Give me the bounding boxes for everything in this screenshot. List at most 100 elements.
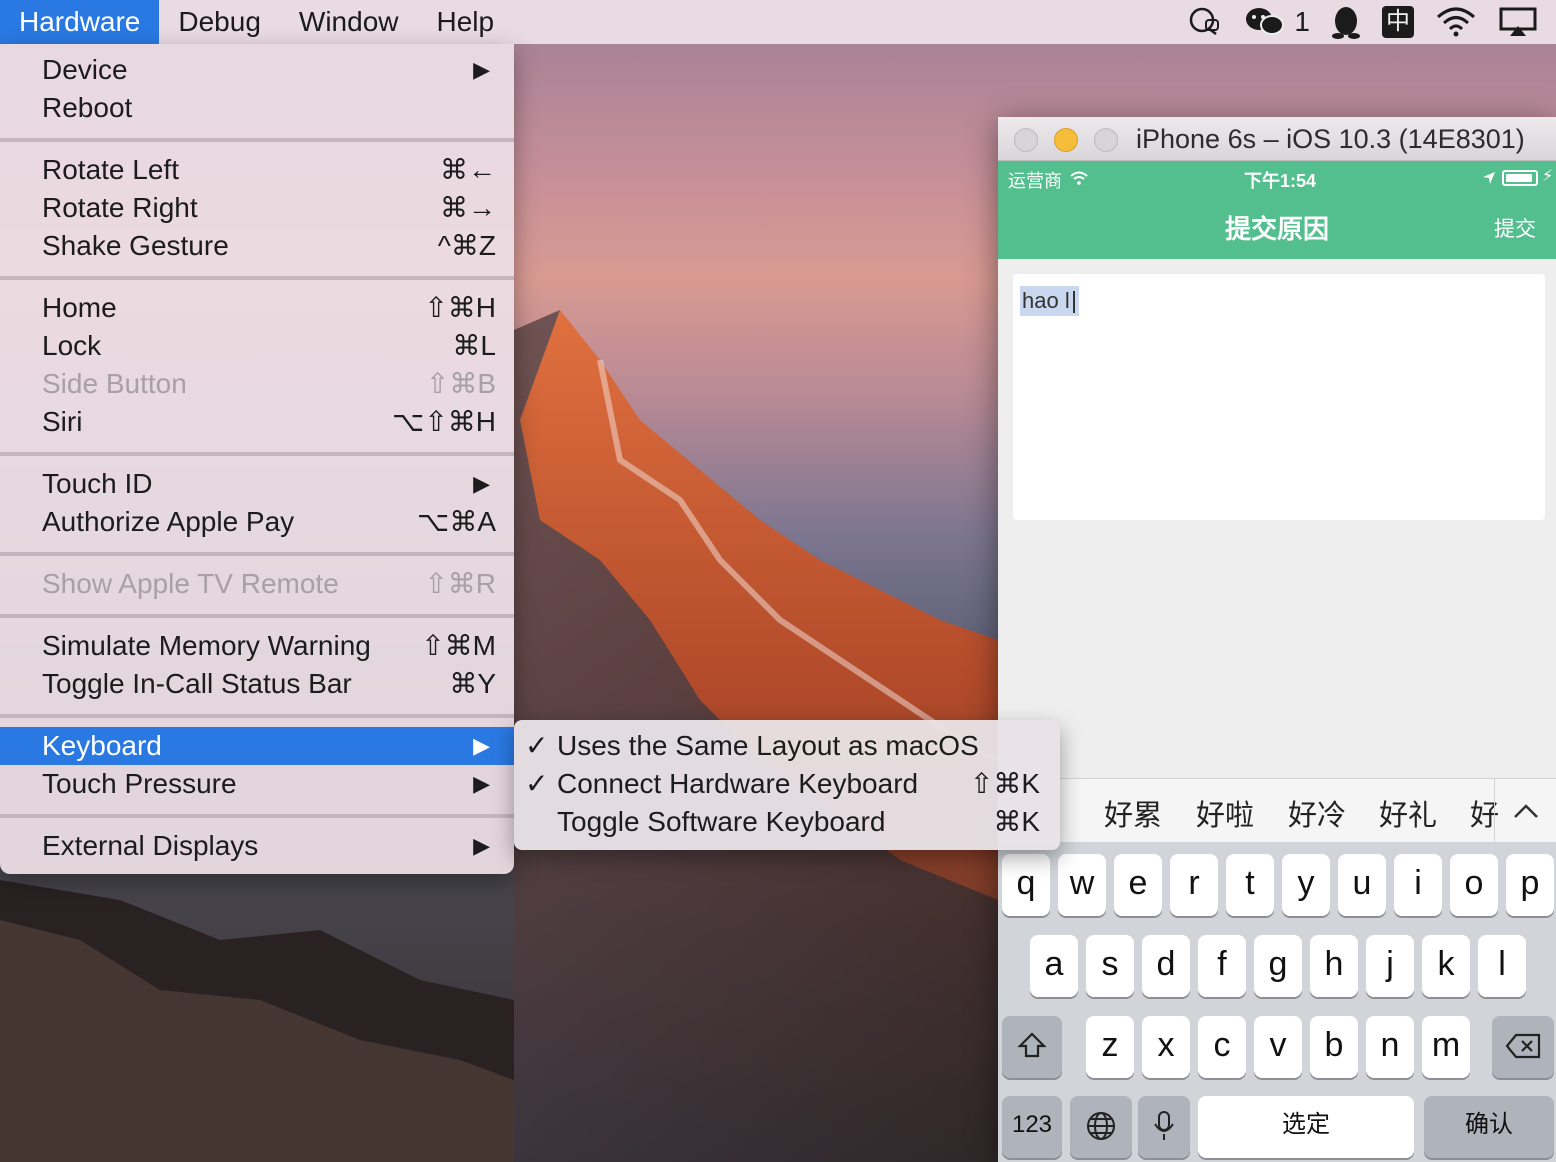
wifi-icon[interactable] <box>1436 0 1476 44</box>
menu-item-touch-id[interactable]: Touch ID ▶ <box>0 465 514 503</box>
menu-item-siri[interactable]: Siri ⌥⇧⌘H <box>0 403 514 441</box>
submenu-arrow-icon: ▶ <box>473 833 490 858</box>
key-j[interactable]: j <box>1366 935 1414 997</box>
menu-item-label: Rotate Left <box>42 154 179 185</box>
submenu-item-label: Toggle Software Keyboard <box>557 806 886 837</box>
key-a[interactable]: a <box>1030 935 1078 997</box>
candidate-item[interactable]: 好冷 <box>1288 792 1346 834</box>
menu-item-label: Simulate Memory Warning <box>42 630 371 661</box>
key-o[interactable]: o <box>1450 854 1498 916</box>
menu-window[interactable]: Window <box>280 0 418 44</box>
menu-item-label: Device <box>42 54 128 85</box>
wechat-icon[interactable]: 1 <box>1244 0 1310 44</box>
submenu-item-label: Uses the Same Layout as macOS <box>557 730 979 761</box>
menu-item-rotate-right[interactable]: Rotate Right ⌘→ <box>0 189 514 227</box>
menu-item-rotate-left[interactable]: Rotate Left ⌘← <box>0 151 514 189</box>
menu-item-label: Reboot <box>42 92 133 123</box>
window-title: iPhone 6s – iOS 10.3 (14E8301) <box>1136 124 1525 154</box>
menu-item-label: Side Button <box>42 368 187 399</box>
menu-item-label: Toggle In-Call Status Bar <box>42 668 352 699</box>
menu-separator <box>0 452 514 456</box>
key-e[interactable]: e <box>1114 854 1162 916</box>
key-x[interactable]: x <box>1142 1016 1190 1078</box>
menu-separator <box>0 714 514 718</box>
menu-debug[interactable]: Debug <box>159 0 280 44</box>
expand-candidates-button[interactable] <box>1494 779 1556 843</box>
menu-item-shake-gesture[interactable]: Shake Gesture ^⌘Z <box>0 227 514 265</box>
key-b[interactable]: b <box>1310 1016 1358 1078</box>
menu-item-authorize-apple-pay[interactable]: Authorize Apple Pay ⌥⌘A <box>0 503 514 541</box>
airplay-icon[interactable] <box>1498 0 1538 44</box>
key-c[interactable]: c <box>1198 1016 1246 1078</box>
menu-item-device[interactable]: Device ▶ <box>0 51 514 89</box>
menu-item-reboot[interactable]: Reboot <box>0 89 514 127</box>
numbers-key[interactable]: 123 <box>1002 1096 1062 1158</box>
menu-item-external-displays[interactable]: External Displays ▶ <box>0 827 514 865</box>
key-u[interactable]: u <box>1338 854 1386 916</box>
candidate-item[interactable]: 好礼 <box>1379 792 1437 834</box>
globe-key[interactable] <box>1070 1096 1132 1158</box>
candidate-item[interactable]: 好累 <box>1104 792 1162 834</box>
key-d[interactable]: d <box>1142 935 1190 997</box>
key-f[interactable]: f <box>1198 935 1246 997</box>
submenu-item-toggle-software-keyboard[interactable]: Toggle Software Keyboard ⌘K <box>514 803 1060 841</box>
menu-help[interactable]: Help <box>418 0 514 44</box>
key-k[interactable]: k <box>1422 935 1470 997</box>
menu-separator <box>0 814 514 818</box>
menu-item-label: Keyboard <box>42 730 162 761</box>
submenu-item-same-layout[interactable]: ✓ Uses the Same Layout as macOS <box>514 727 1060 765</box>
menu-item-keyboard[interactable]: Keyboard ▶ <box>0 727 514 765</box>
space-key[interactable]: 选定 <box>1198 1096 1414 1158</box>
shortcut-label: ⌘← <box>440 154 496 185</box>
menu-item-home[interactable]: Home ⇧⌘H <box>0 289 514 327</box>
key-r[interactable]: r <box>1170 854 1218 916</box>
key-h[interactable]: h <box>1310 935 1358 997</box>
menu-item-label: External Displays <box>42 830 259 861</box>
menu-item-lock[interactable]: Lock ⌘L <box>0 327 514 365</box>
key-w[interactable]: w <box>1058 854 1106 916</box>
qq-penguin-icon[interactable] <box>1332 0 1360 44</box>
ios-status-bar: 运营商 下午1:54 ⚡ <box>998 161 1556 197</box>
close-button[interactable] <box>1014 128 1038 152</box>
key-l[interactable]: l <box>1478 935 1526 997</box>
submenu-item-label: Connect Hardware Keyboard <box>557 768 919 799</box>
dictation-key[interactable] <box>1138 1096 1190 1158</box>
shortcut-label: ⌥⇧⌘H <box>392 406 496 437</box>
simulator-window: iPhone 6s – iOS 10.3 (14E8301) 运营商 下午1:5… <box>998 117 1556 1162</box>
key-v[interactable]: v <box>1254 1016 1302 1078</box>
menu-bar: Hardware Debug Window Help 1 中 <box>0 0 1556 44</box>
key-t[interactable]: t <box>1226 854 1274 916</box>
shortcut-label: ⇧⌘R <box>424 568 496 599</box>
key-m[interactable]: m <box>1422 1016 1470 1078</box>
key-g[interactable]: g <box>1254 935 1302 997</box>
window-titlebar[interactable]: iPhone 6s – iOS 10.3 (14E8301) <box>998 117 1556 161</box>
reason-text-area[interactable]: hao l <box>1013 274 1545 520</box>
zoom-button[interactable] <box>1094 128 1118 152</box>
key-y[interactable]: y <box>1282 854 1330 916</box>
key-n[interactable]: n <box>1366 1016 1414 1078</box>
submit-button[interactable]: 提交 <box>1494 213 1536 243</box>
key-p[interactable]: p <box>1506 854 1554 916</box>
shift-key[interactable] <box>1002 1016 1062 1078</box>
menu-item-touch-pressure[interactable]: Touch Pressure ▶ <box>0 765 514 803</box>
microphone-icon <box>1154 1111 1174 1140</box>
menu-item-label: Touch ID <box>42 468 153 499</box>
key-i[interactable]: i <box>1394 854 1442 916</box>
input-method-icon[interactable]: 中 <box>1382 0 1414 44</box>
menu-item-toggle-in-call-status-bar[interactable]: Toggle In-Call Status Bar ⌘Y <box>0 665 514 703</box>
menu-item-show-apple-tv-remote: Show Apple TV Remote ⇧⌘R <box>0 565 514 603</box>
submenu-item-connect-hardware-keyboard[interactable]: ✓ Connect Hardware Keyboard ⇧⌘K <box>514 765 1060 803</box>
delete-key[interactable] <box>1492 1016 1554 1078</box>
confirm-key[interactable]: 确认 <box>1424 1096 1554 1158</box>
ios-keyboard: q w e r t y u i o p a s d f g h j k l z … <box>998 842 1556 1162</box>
menu-hardware[interactable]: Hardware <box>0 0 160 44</box>
key-q[interactable]: q <box>1002 854 1050 916</box>
chat-bubble-icon[interactable] <box>1188 0 1222 44</box>
menu-item-simulate-memory-warning[interactable]: Simulate Memory Warning ⇧⌘M <box>0 627 514 665</box>
globe-icon <box>1087 1112 1115 1140</box>
candidate-item[interactable]: 好啦 <box>1196 792 1254 834</box>
minimize-button[interactable] <box>1054 128 1078 152</box>
submenu-arrow-icon: ▶ <box>473 57 490 82</box>
key-z[interactable]: z <box>1086 1016 1134 1078</box>
key-s[interactable]: s <box>1086 935 1134 997</box>
